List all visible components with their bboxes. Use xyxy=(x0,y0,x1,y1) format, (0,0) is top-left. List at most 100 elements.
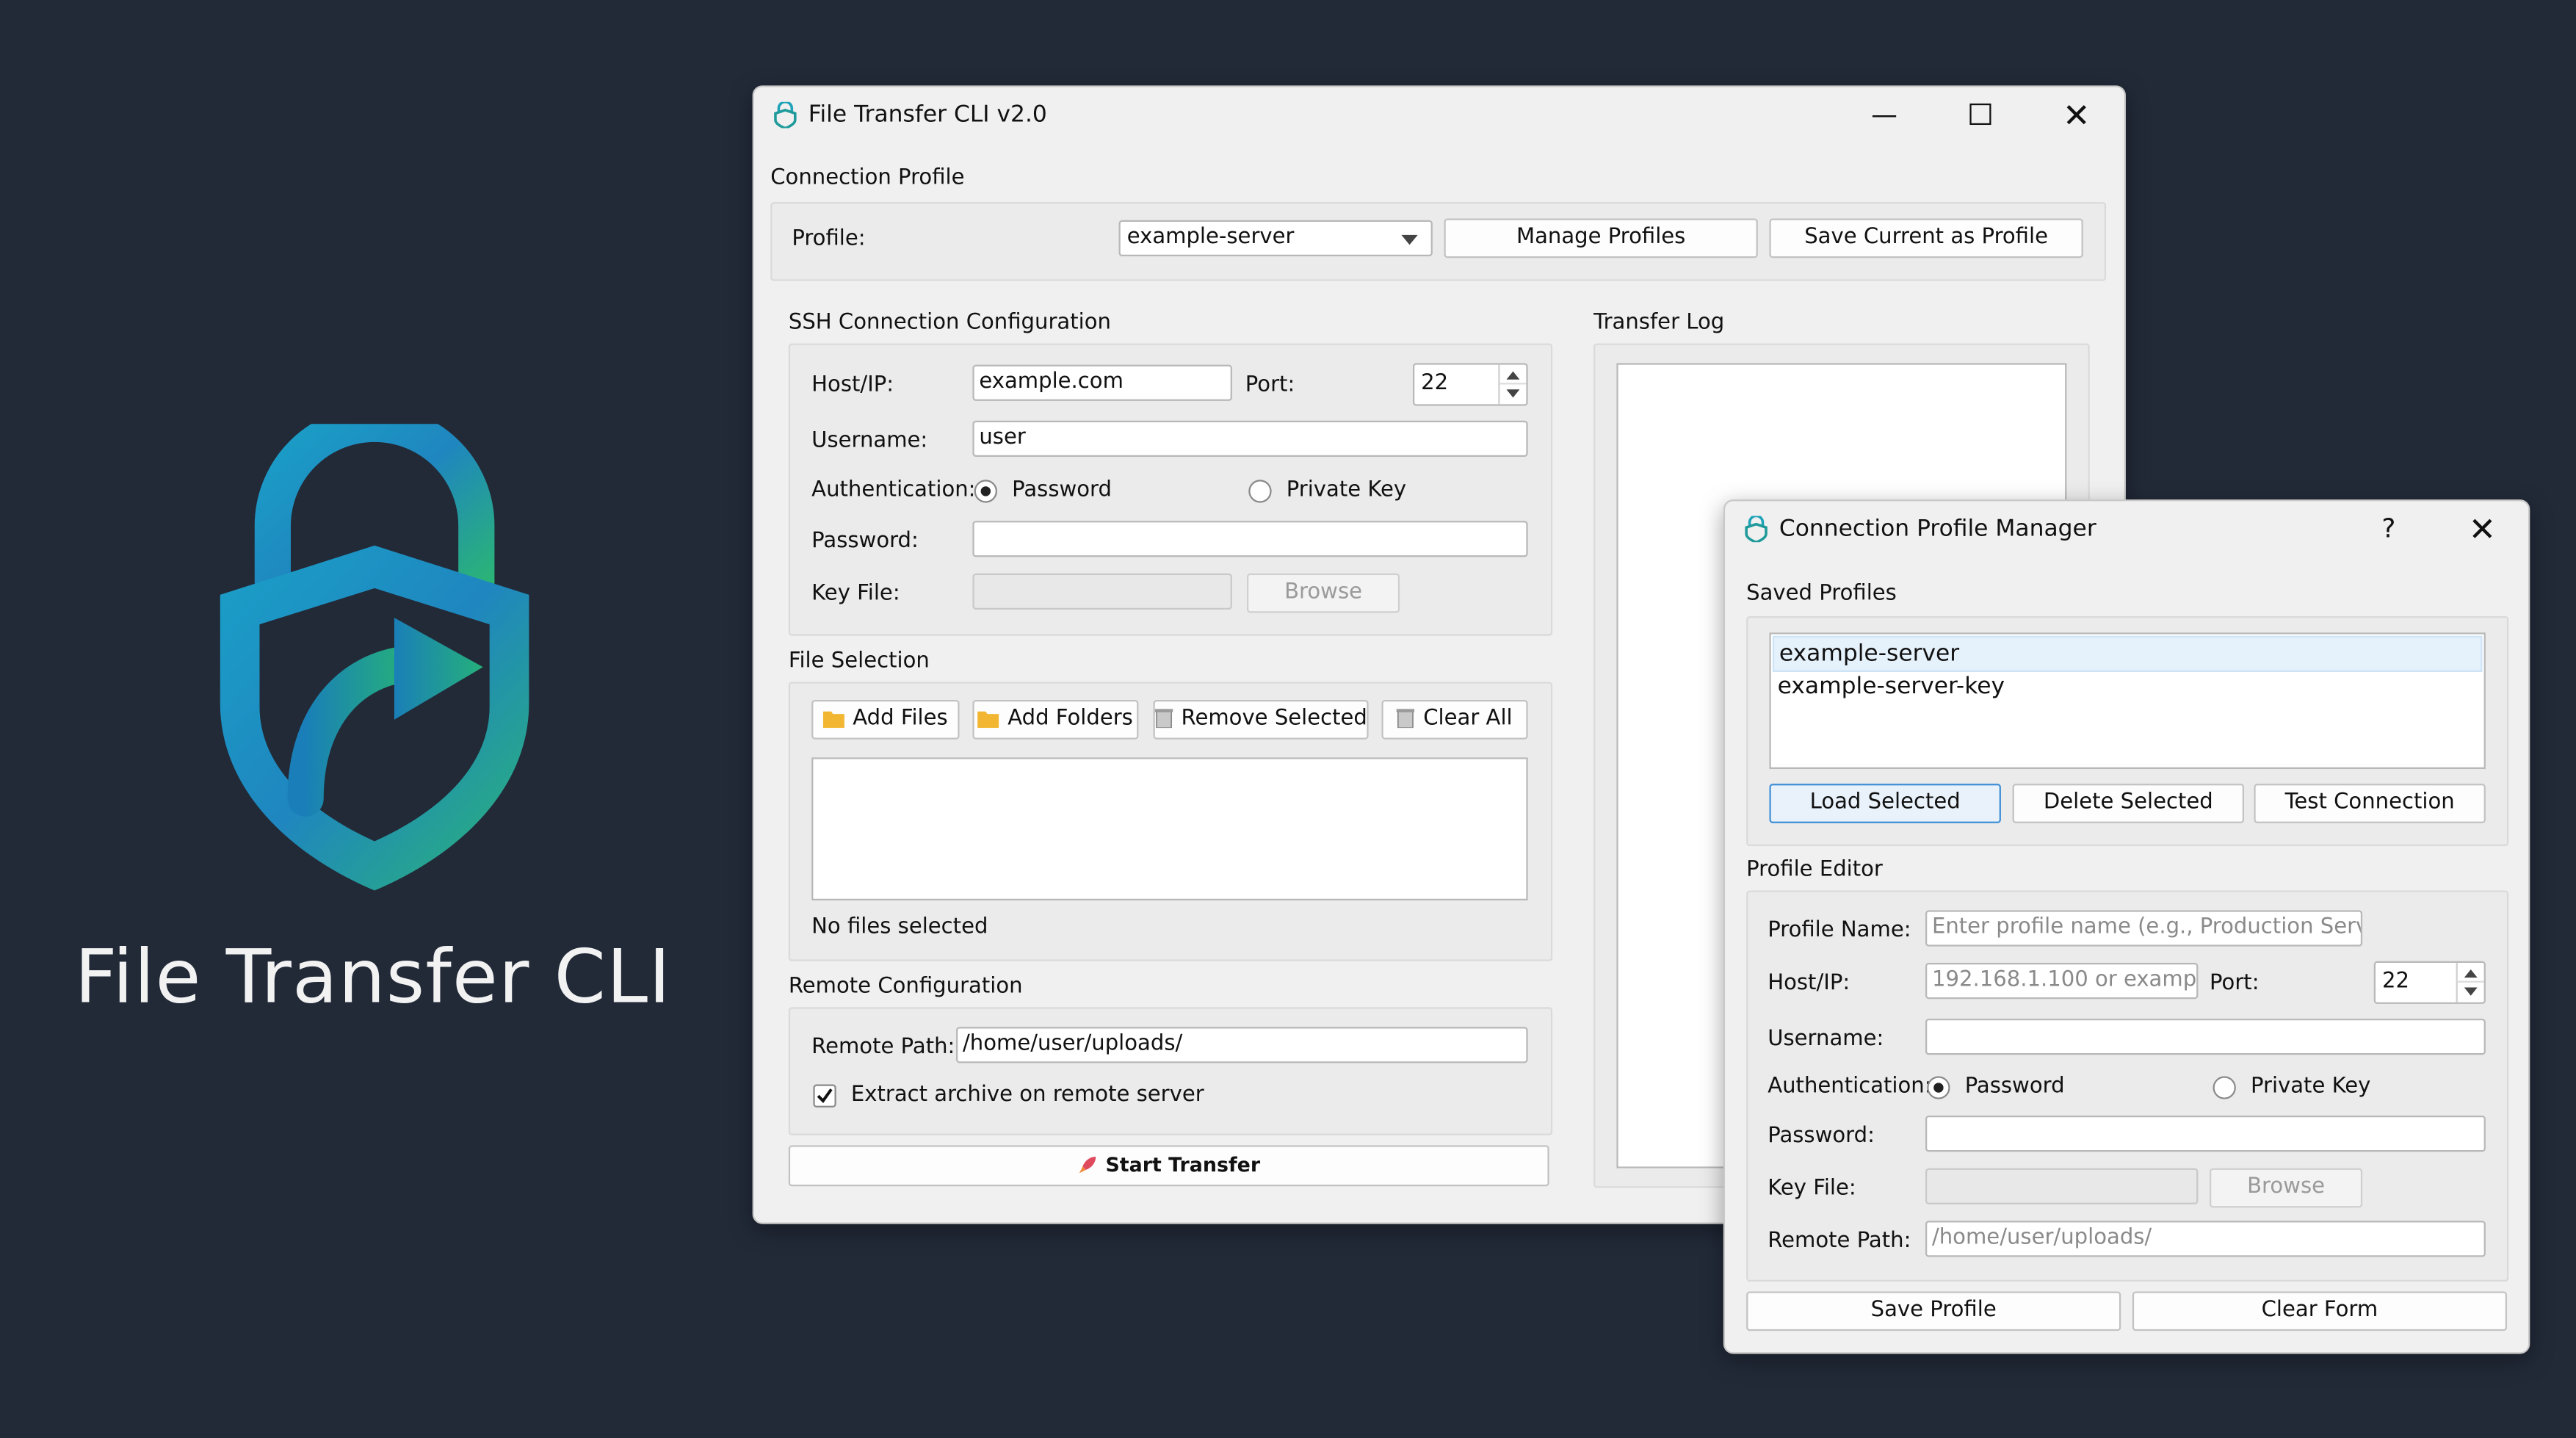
profile-label: Profile: xyxy=(792,226,866,252)
remote-path-input[interactable]: /home/user/uploads/ xyxy=(956,1027,1528,1063)
password-input[interactable] xyxy=(1925,1116,2486,1152)
close-button[interactable]: ✕ xyxy=(2044,92,2109,138)
password-input[interactable] xyxy=(972,521,1528,557)
lock-logo-icon xyxy=(220,424,529,891)
username-label: Username: xyxy=(811,428,928,454)
delete-selected-button[interactable]: Delete Selected xyxy=(2012,784,2245,823)
spin-down-icon[interactable] xyxy=(1498,383,1527,405)
auth-key-label[interactable]: Private Key xyxy=(2251,1074,2370,1099)
save-profile-button[interactable]: Save Profile xyxy=(1746,1291,2121,1332)
maximize-button[interactable] xyxy=(1947,92,2012,138)
trash-icon xyxy=(1154,705,1173,741)
brand-title: File Transfer CLI xyxy=(74,933,672,1021)
file-selection-group: Add Files Add Folders Remove Selected Cl… xyxy=(788,682,1553,961)
auth-label: Authentication: xyxy=(811,478,976,503)
clear-form-button[interactable]: Clear Form xyxy=(2132,1291,2507,1332)
remote-path-label: Remote Path: xyxy=(1768,1229,1911,1254)
auth-password-label[interactable]: Password xyxy=(1012,478,1112,503)
add-files-label: Add Files xyxy=(853,706,948,731)
help-button[interactable]: ? xyxy=(2356,506,2421,552)
connection-profile-label: Connection Profile xyxy=(770,165,965,191)
profile-name-label: Profile Name: xyxy=(1768,918,1911,944)
auth-key-radio[interactable] xyxy=(1248,480,1272,503)
port-spinbox[interactable]: 22 xyxy=(1412,363,1528,406)
spin-up-icon[interactable] xyxy=(2456,962,2484,983)
username-input[interactable] xyxy=(1925,1019,2486,1055)
test-connection-button[interactable]: Test Connection xyxy=(2254,784,2486,823)
username-label: Username: xyxy=(1768,1027,1884,1052)
spin-down-icon[interactable] xyxy=(2456,980,2484,1002)
profile-dropdown[interactable]: example-server xyxy=(1118,220,1433,257)
transfer-log-label: Transfer Log xyxy=(1593,310,1725,336)
auth-password-radio[interactable] xyxy=(974,480,997,503)
file-selection-label: File Selection xyxy=(788,648,930,674)
profile-dropdown-value: example-server xyxy=(1126,225,1295,250)
port-label: Port: xyxy=(2210,971,2260,996)
remove-selected-button[interactable]: Remove Selected xyxy=(1153,700,1369,741)
main-titlebar[interactable]: File Transfer CLI v2.0 — ✕ xyxy=(754,87,2124,143)
start-transfer-button[interactable]: Start Transfer xyxy=(788,1145,1549,1187)
saved-profiles-group: example-server example-server-key Load S… xyxy=(1746,615,2509,847)
keyfile-input[interactable] xyxy=(1925,1168,2199,1204)
host-input[interactable]: example.com xyxy=(972,364,1232,401)
list-item[interactable]: example-server-key xyxy=(1773,671,2482,704)
minimize-button[interactable]: — xyxy=(1851,92,1917,138)
port-value: 22 xyxy=(1421,371,1449,397)
manage-profiles-button[interactable]: Manage Profiles xyxy=(1444,218,1758,259)
host-label: Host/IP: xyxy=(1768,971,1850,996)
start-transfer-label: Start Transfer xyxy=(1105,1153,1261,1177)
profile-editor-group: Profile Name: Enter profile name (e.g., … xyxy=(1746,890,2509,1282)
file-list[interactable] xyxy=(811,757,1528,900)
window-title: File Transfer CLI v2.0 xyxy=(808,101,1047,129)
dialog-title: Connection Profile Manager xyxy=(1779,516,2096,543)
trash-icon xyxy=(1397,705,1416,741)
extract-label[interactable]: Extract archive on remote server xyxy=(851,1083,1204,1108)
remote-config-label: Remote Configuration xyxy=(788,974,1023,1000)
app-icon xyxy=(774,101,797,129)
auth-key-label[interactable]: Private Key xyxy=(1287,478,1406,503)
close-button[interactable]: ✕ xyxy=(2450,506,2515,552)
profiles-list[interactable]: example-server example-server-key xyxy=(1769,632,2486,770)
rocket-icon xyxy=(1077,1150,1097,1186)
ssh-config-label: SSH Connection Configuration xyxy=(788,310,1111,336)
connection-profile-group: Profile: example-server Manage Profiles … xyxy=(770,202,2107,281)
remote-path-placeholder: /home/user/uploads/ xyxy=(1931,1225,2152,1251)
profile-name-input[interactable]: Enter profile name (e.g., Production Ser… xyxy=(1925,910,2363,947)
remote-config-group: Remote Path: /home/user/uploads/ Extract… xyxy=(788,1007,1553,1135)
folder-icon xyxy=(977,705,1000,741)
browse-button[interactable]: Browse xyxy=(1247,573,1400,613)
spin-up-icon[interactable] xyxy=(1498,364,1526,385)
keyfile-label: Key File: xyxy=(1768,1176,1856,1202)
port-value: 22 xyxy=(2381,969,2409,994)
auth-password-radio[interactable] xyxy=(1927,1076,1950,1099)
remove-selected-label: Remove Selected xyxy=(1181,706,1367,731)
port-label: Port: xyxy=(1245,372,1295,398)
keyfile-label: Key File: xyxy=(811,581,900,607)
app-icon xyxy=(1745,516,1768,543)
add-files-button[interactable]: Add Files xyxy=(811,700,960,740)
extract-checkbox[interactable] xyxy=(813,1084,836,1108)
auth-password-label[interactable]: Password xyxy=(1965,1074,2065,1099)
ssh-config-group: Host/IP: example.com Port: 22 Username: … xyxy=(788,343,1553,636)
host-placeholder: 192.168.1.100 or exampl... xyxy=(1931,967,2199,993)
add-folders-button[interactable]: Add Folders xyxy=(972,700,1139,741)
host-label: Host/IP: xyxy=(811,372,894,398)
manager-titlebar[interactable]: Connection Profile Manager ? ✕ xyxy=(1725,501,2528,557)
port-spinbox[interactable]: 22 xyxy=(2373,961,2486,1004)
clear-all-button[interactable]: Clear All xyxy=(1381,700,1528,741)
browse-button[interactable]: Browse xyxy=(2210,1168,2363,1208)
save-current-profile-button[interactable]: Save Current as Profile xyxy=(1769,218,2083,259)
remote-path-label: Remote Path: xyxy=(811,1035,955,1060)
username-input[interactable]: user xyxy=(972,420,1528,457)
load-selected-button[interactable]: Load Selected xyxy=(1769,784,2001,823)
profile-name-placeholder: Enter profile name (e.g., Production Ser… xyxy=(1931,915,2363,940)
list-item[interactable]: example-server xyxy=(1772,635,2483,673)
auth-key-radio[interactable] xyxy=(2213,1076,2236,1099)
auth-label: Authentication: xyxy=(1768,1074,1932,1099)
keyfile-input[interactable] xyxy=(972,573,1232,610)
profile-manager-dialog: Connection Profile Manager ? ✕ Saved Pro… xyxy=(1723,499,2530,1354)
file-status: No files selected xyxy=(811,915,988,940)
remote-path-input[interactable]: /home/user/uploads/ xyxy=(1925,1221,2486,1257)
saved-profiles-label: Saved Profiles xyxy=(1746,581,1897,607)
host-input[interactable]: 192.168.1.100 or exampl... xyxy=(1925,962,2199,1000)
